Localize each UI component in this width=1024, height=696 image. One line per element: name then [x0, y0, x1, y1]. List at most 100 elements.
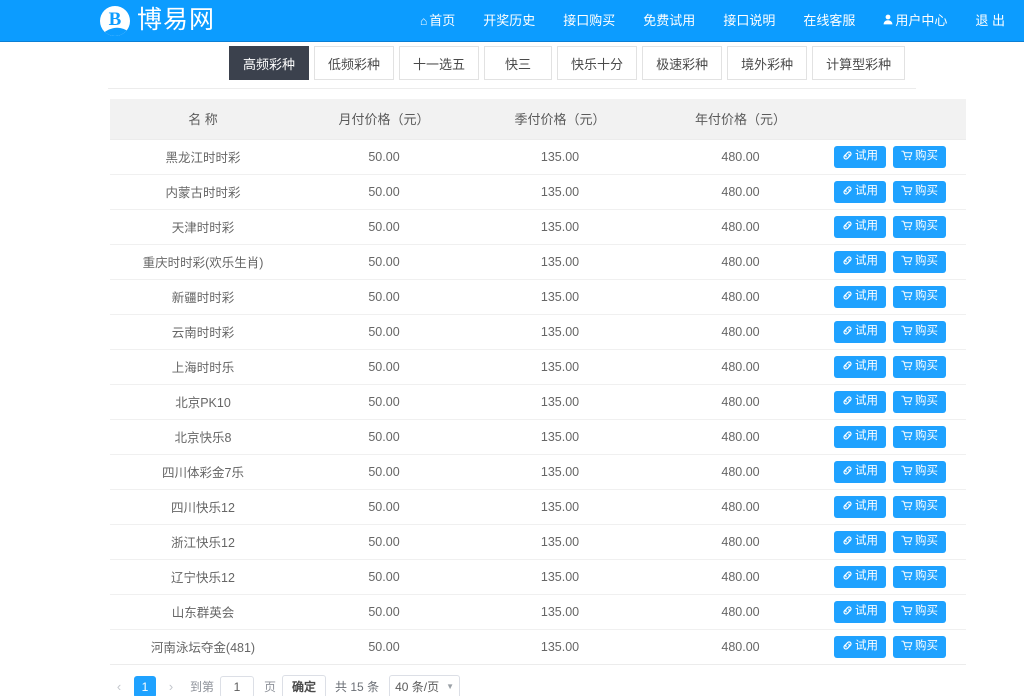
cell-monthly: 50.00: [296, 594, 472, 629]
cell-actions: 试用购买: [833, 174, 966, 209]
nav-item-home[interactable]: ⌂首页: [406, 0, 469, 42]
buy-button-label: 购买: [915, 151, 938, 163]
cell-quarterly: 135.00: [472, 489, 648, 524]
buy-button-label: 购买: [915, 606, 938, 618]
link-icon: [842, 255, 853, 269]
trial-button[interactable]: 试用: [834, 181, 886, 203]
cell-actions: 试用 购买: [833, 314, 966, 349]
trial-button[interactable]: 试用: [834, 601, 886, 623]
trial-button[interactable]: 试用: [834, 461, 886, 483]
cart-icon: [901, 430, 913, 444]
tab-high-frequency[interactable]: 高频彩种: [229, 46, 309, 80]
cell-actions: 试用购买: [833, 489, 966, 524]
link-icon: [842, 500, 853, 514]
link-icon: [842, 325, 853, 339]
goto-page-input[interactable]: [220, 676, 254, 696]
nav-item-api-docs[interactable]: 接口说明: [709, 0, 789, 42]
cell-name: 内蒙古时时彩: [110, 174, 296, 209]
nav-item-free-trial[interactable]: 免费试用: [629, 0, 709, 42]
trial-button[interactable]: 试用: [834, 531, 886, 553]
trial-button[interactable]: 试用: [834, 146, 886, 168]
tab-eleven-choose-five[interactable]: 十一选五: [399, 46, 479, 80]
nav-item-online-support[interactable]: 在线客服: [789, 0, 869, 42]
nav-item-api-purchase[interactable]: 接口购买: [549, 0, 629, 42]
trial-button[interactable]: 试用: [834, 426, 886, 448]
column-header-name: 名 称: [110, 99, 296, 139]
nav-item-user-center[interactable]: 用户中心: [869, 0, 961, 42]
tab-calculated-lottery[interactable]: 计算型彩种: [812, 46, 905, 80]
buy-button[interactable]: 购买: [893, 496, 946, 518]
buy-button[interactable]: 购买: [893, 566, 946, 588]
trial-button-label: 试用: [855, 326, 878, 338]
row-action-group: 试用购买: [834, 566, 965, 588]
row-action-group: 试用购买: [834, 356, 965, 378]
link-icon: [842, 360, 853, 374]
tab-speed-lottery[interactable]: 极速彩种: [642, 46, 722, 80]
buy-button[interactable]: 购买: [893, 146, 946, 168]
tab-happy-ten[interactable]: 快乐十分: [557, 46, 637, 80]
column-header-quarterly: 季付价格（元）: [472, 99, 648, 139]
trial-button[interactable]: 试用: [834, 636, 886, 658]
cell-monthly: 50.00: [296, 384, 472, 419]
tab-kuai-san[interactable]: 快三: [484, 46, 552, 80]
trial-button-label: 试用: [855, 641, 878, 653]
trial-button[interactable]: 试用: [834, 251, 886, 273]
table-row: 新疆时时彩50.00135.00480.00试用购买: [110, 279, 966, 314]
cell-quarterly: 135.00: [472, 384, 648, 419]
trial-button[interactable]: 试用: [834, 391, 886, 413]
pagination-prev-icon[interactable]: ‹: [110, 676, 128, 696]
tab-overseas-lottery[interactable]: 境外彩种: [727, 46, 807, 80]
buy-button[interactable]: 购买: [893, 286, 946, 308]
buy-button[interactable]: 购买: [893, 461, 946, 483]
buy-button[interactable]: 购买: [893, 251, 946, 273]
home-icon: ⌂: [420, 15, 427, 27]
buy-button[interactable]: 购买: [893, 181, 946, 203]
cell-monthly: 50.00: [296, 629, 472, 664]
cell-yearly: 480.00: [648, 279, 833, 314]
cell-yearly: 480.00: [648, 209, 833, 244]
nav-item-logout[interactable]: 退 出: [961, 0, 1019, 42]
cell-yearly: 480.00: [648, 174, 833, 209]
brand-logo[interactable]: B 博易网: [100, 6, 215, 36]
row-action-group: 试用 购买: [834, 636, 965, 658]
page-size-select[interactable]: 40 条/页 ▼: [389, 675, 460, 696]
cell-name: 山东群英会: [110, 594, 296, 629]
trial-button[interactable]: 试用: [834, 566, 886, 588]
nav-item-draw-history[interactable]: 开奖历史: [469, 0, 549, 42]
trial-button[interactable]: 试用: [834, 496, 886, 518]
cell-monthly: 50.00: [296, 349, 472, 384]
trial-button[interactable]: 试用: [834, 356, 886, 378]
trial-button-label: 试用: [855, 431, 878, 443]
trial-button[interactable]: 试用: [834, 286, 886, 308]
buy-button[interactable]: 购买: [893, 426, 946, 448]
buy-button[interactable]: 购买: [893, 356, 946, 378]
trial-button[interactable]: 试用: [834, 321, 886, 343]
buy-button[interactable]: 购买: [893, 636, 946, 658]
nav-label: 开奖历史: [483, 0, 535, 42]
logo-letter: B: [109, 10, 122, 29]
buy-button[interactable]: 购买: [893, 391, 946, 413]
cell-monthly: 50.00: [296, 209, 472, 244]
cell-quarterly: 135.00: [472, 209, 648, 244]
trial-button[interactable]: 试用: [834, 216, 886, 238]
table-row: 北京PK1050.00135.00480.00试用购买: [110, 384, 966, 419]
buy-button[interactable]: 购买: [893, 531, 946, 553]
cell-name: 重庆时时彩(欢乐生肖): [110, 244, 296, 279]
tab-low-frequency[interactable]: 低频彩种: [314, 46, 394, 80]
buy-button-label: 购买: [915, 256, 938, 268]
cell-yearly: 480.00: [648, 559, 833, 594]
pagination-next-icon[interactable]: ›: [162, 676, 180, 696]
row-action-group: 试用 购买: [834, 426, 965, 448]
total-count-label: 共 15 条: [335, 678, 379, 695]
cell-yearly: 480.00: [648, 629, 833, 664]
buy-button[interactable]: 购买: [893, 216, 946, 238]
cell-actions: 试用购买: [833, 209, 966, 244]
confirm-button[interactable]: 确定: [282, 675, 326, 696]
cell-actions: 试用购买: [833, 349, 966, 384]
pagination-page-1[interactable]: 1: [134, 676, 156, 696]
buy-button[interactable]: 购买: [893, 601, 946, 623]
cell-name: 新疆时时彩: [110, 279, 296, 314]
table-row: 山东群英会50.00135.00480.00试用购买: [110, 594, 966, 629]
buy-button[interactable]: 购买: [893, 321, 946, 343]
buy-button-label: 购买: [915, 536, 938, 548]
